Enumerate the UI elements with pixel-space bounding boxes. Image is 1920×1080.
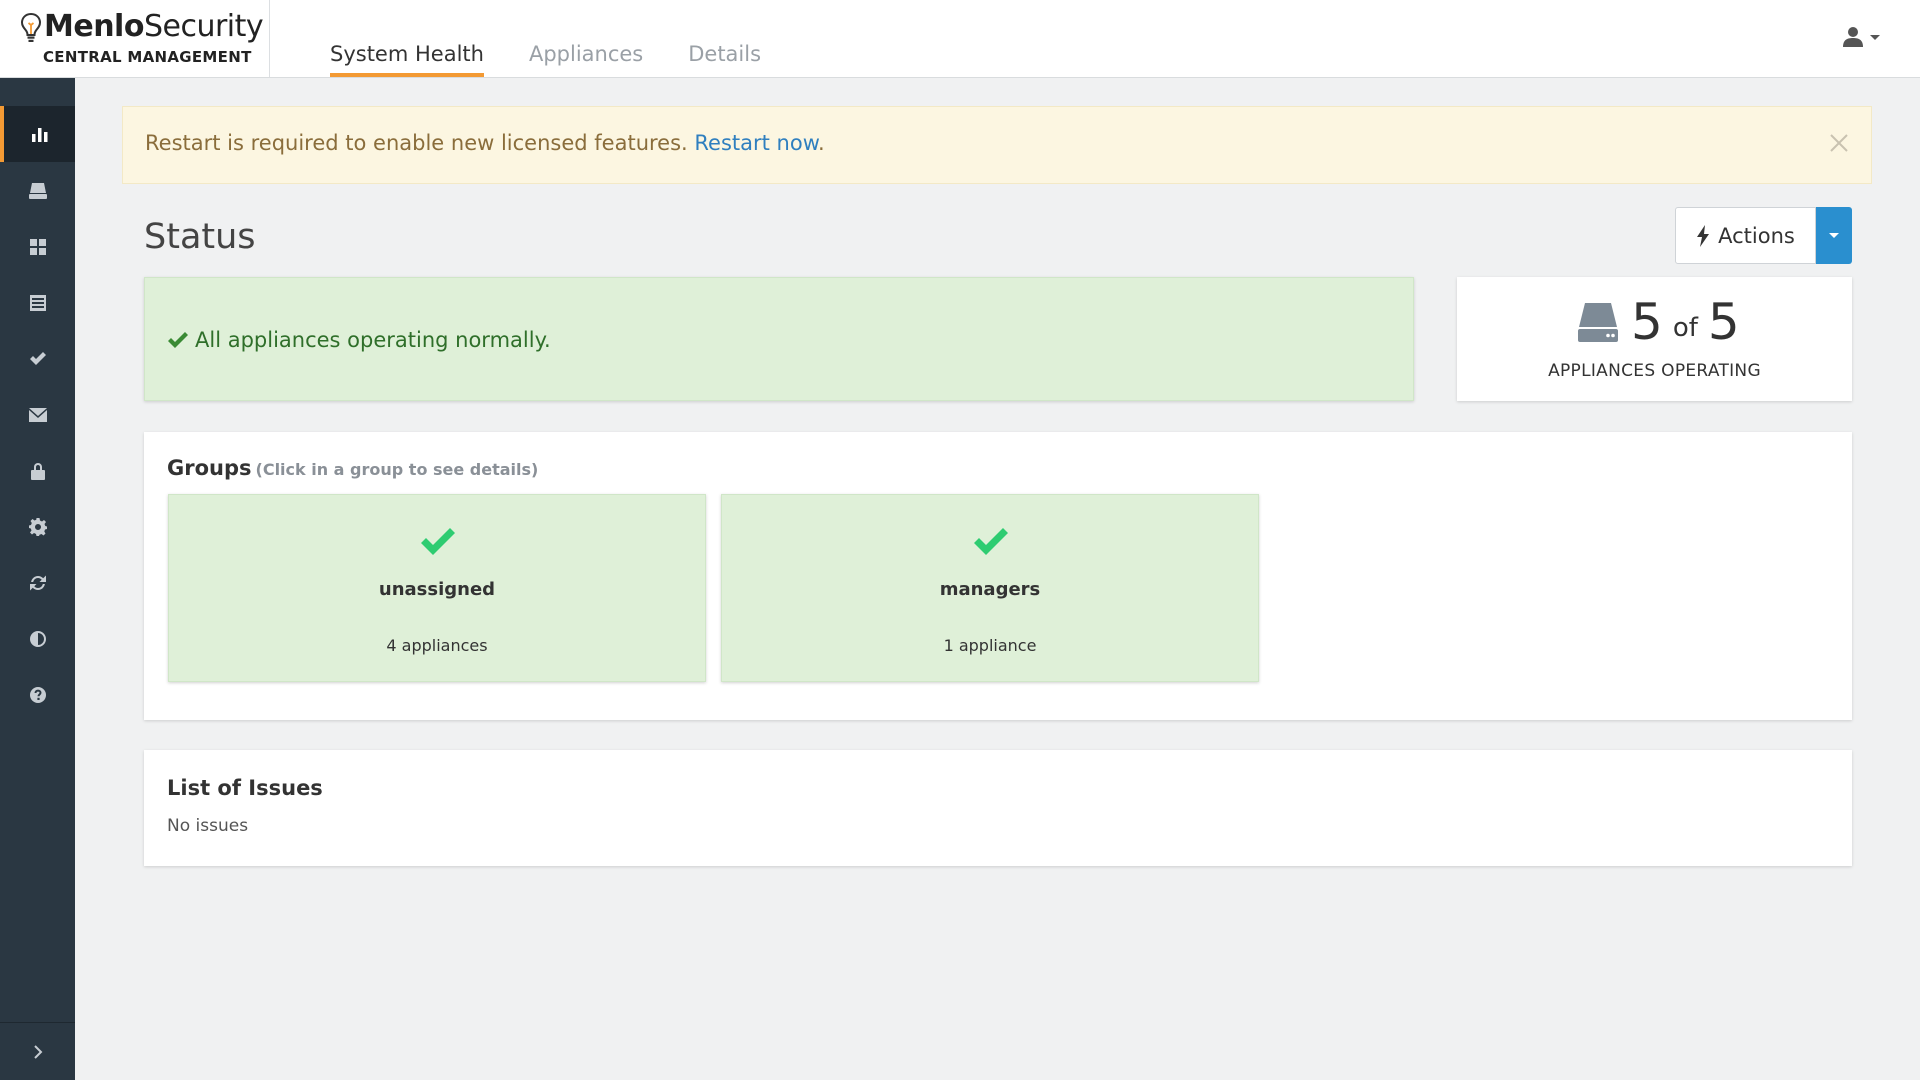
group-name: managers [939,579,1041,600]
issues-panel: List of Issues No issues [144,750,1852,866]
groups-title: Groups [167,456,252,480]
tab-details[interactable]: Details [688,0,761,78]
status-message-text: All appliances operating normally. [195,328,551,352]
appliances-count: 5 of 5 [1577,295,1740,349]
lock-icon [30,463,45,480]
check-icon [29,352,46,365]
grid-icon [29,239,46,255]
groups-hint: (Click in a group to see details) [255,460,539,479]
group-name: unassigned [378,579,496,600]
status-message: All appliances operating normally. [167,328,551,352]
group-tile-managers[interactable]: managers 1 appliance [721,494,1259,682]
group-tile-unassigned[interactable]: unassigned 4 appliances [168,494,706,682]
issues-empty-text: No issues [167,816,249,836]
sidebar-item-dashboard[interactable] [0,106,75,162]
envelope-icon [28,408,47,422]
sidebar [0,78,75,1080]
status-message-box: All appliances operating normally. [144,277,1414,401]
brand-name-regular: Security [143,9,264,44]
issues-title: List of Issues [167,776,323,800]
actions-button-label: Actions [1718,223,1795,248]
groups-heading: Groups (Click in a group to see details) [167,456,538,480]
gear-icon [28,518,47,536]
actions-button[interactable]: Actions [1675,207,1816,264]
help-icon [29,687,46,703]
brand-name-bold: Menlo [44,9,144,44]
sidebar-item-groups[interactable] [0,219,75,275]
chevron-right-icon [33,1044,42,1059]
page-title: Status [144,217,256,257]
top-header: MenloSecurity CENTRAL MANAGEMENT System … [0,0,1920,78]
group-appliance-count: 4 appliances [386,636,488,655]
user-menu[interactable] [1842,22,1890,52]
chevron-down-icon [1870,34,1880,40]
sidebar-item-help[interactable] [0,667,75,723]
lightning-icon [1697,224,1710,247]
appliance-icon [1578,303,1618,342]
bar-chart-icon [31,128,47,142]
group-appliance-count: 1 appliance [943,636,1037,655]
list-icon [29,295,46,311]
check-icon [974,528,1008,555]
sidebar-item-display[interactable] [0,611,75,667]
sidebar-item-tasks[interactable] [0,331,75,387]
contrast-icon [29,631,46,647]
sidebar-item-updates[interactable] [0,555,75,611]
appliances-operating-count: 5 [1631,293,1663,351]
appliances-total-count: 5 [1707,293,1740,351]
menlo-logo[interactable]: MenloSecurity CENTRAL MANAGEMENT [0,0,270,77]
sidebar-item-settings[interactable] [0,499,75,555]
close-icon[interactable] [1827,131,1851,155]
count-of-label: of [1672,313,1698,343]
restart-now-link[interactable]: Restart now [694,131,818,155]
sidebar-item-reports[interactable] [0,275,75,331]
sidebar-item-appliances[interactable] [0,163,75,219]
chevron-down-icon [1829,233,1839,238]
brand-name: MenloSecurity [44,9,264,44]
actions-dropdown-toggle[interactable] [1816,207,1852,264]
check-icon [168,332,188,348]
sidebar-expand-button[interactable] [0,1022,75,1080]
lightbulb-icon [20,12,42,42]
banner-suffix: . [817,131,825,155]
banner-text: Restart is required to enable new licens… [145,131,695,155]
refresh-icon [29,575,46,591]
groups-panel: Groups (Click in a group to see details) … [144,432,1852,720]
main-tabs: System Health Appliances Details [330,0,806,78]
appliances-count-card: 5 of 5 APPLIANCES OPERATING [1457,277,1852,401]
actions-split-button: Actions [1675,207,1852,264]
appliance-icon [28,183,47,199]
banner-message: Restart is required to enable new licens… [145,131,825,155]
restart-banner: Restart is required to enable new licens… [122,106,1872,184]
sidebar-item-messages[interactable] [0,387,75,443]
sidebar-item-security[interactable] [0,443,75,499]
appliances-operating-label: APPLIANCES OPERATING [1548,361,1761,381]
user-icon [1843,27,1863,47]
tab-appliances[interactable]: Appliances [529,0,643,78]
brand-subtitle: CENTRAL MANAGEMENT [43,48,252,66]
check-icon [421,528,455,555]
tab-system-health[interactable]: System Health [330,0,484,78]
